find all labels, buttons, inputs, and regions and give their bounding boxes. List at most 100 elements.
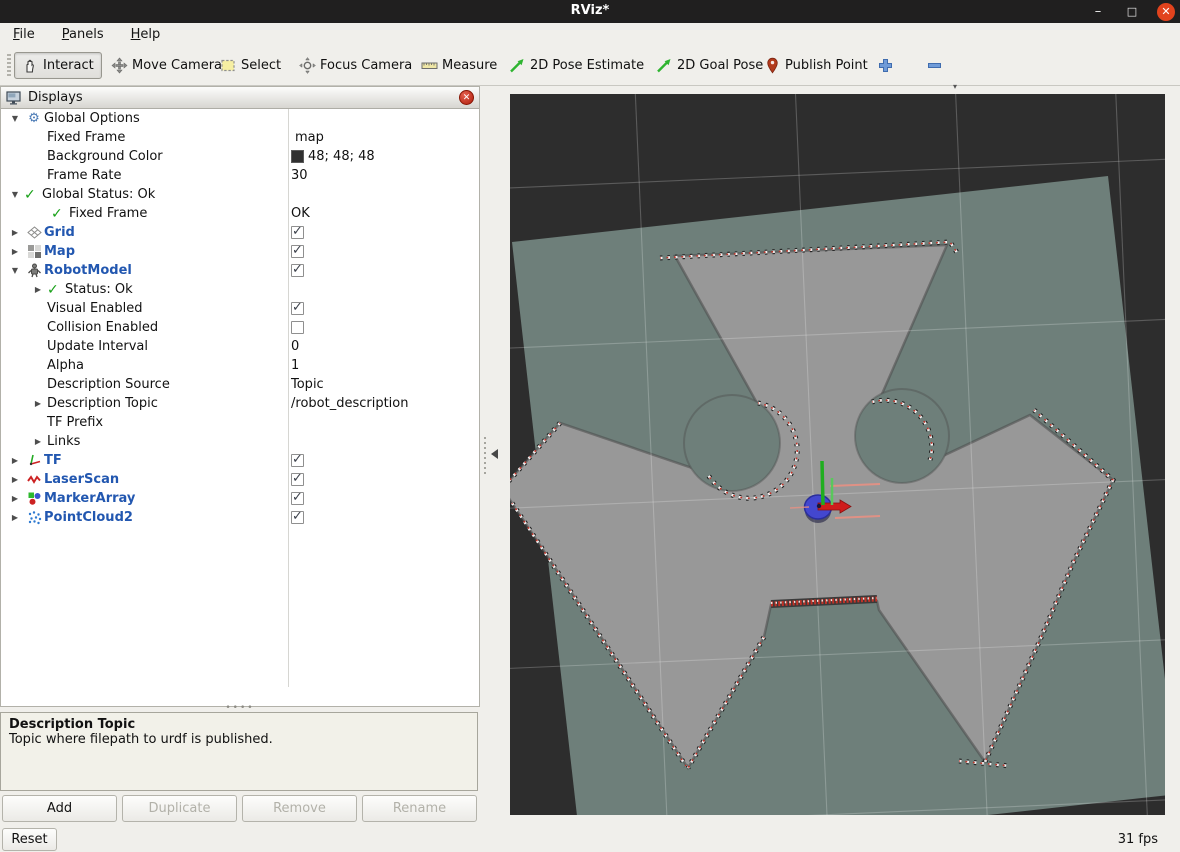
remove-button[interactable]: Remove [242, 795, 357, 822]
map-pin-icon [764, 57, 781, 74]
remove-tool-button[interactable]: ▾ [918, 52, 951, 79]
toolbar-grip[interactable] [7, 54, 11, 78]
pointcloud-icon [24, 510, 44, 525]
green-arrow-icon [509, 57, 526, 74]
panel-collapse-arrow-icon[interactable] [491, 449, 498, 459]
expand-arrow-icon[interactable]: ▶ [6, 247, 24, 256]
tree-row-alpha[interactable]: Alpha 1 [1, 356, 479, 375]
help-title: Description Topic [9, 717, 469, 732]
close-icon[interactable]: ✕ [1157, 3, 1175, 21]
tree-row-fixed-frame-status[interactable]: ✓ Fixed Frame OK [1, 204, 479, 223]
tool-label: Focus Camera [320, 58, 412, 73]
tool-label: Move Camera [132, 58, 222, 73]
move-camera-icon [111, 57, 128, 74]
tree-row-collision-enabled[interactable]: Collision Enabled [1, 318, 479, 337]
reset-button[interactable]: Reset [2, 828, 57, 851]
tool-2d-goal-pose[interactable]: 2D Goal Pose [648, 52, 771, 79]
add-button[interactable]: Add [2, 795, 117, 822]
expand-arrow-icon[interactable]: ▶ [29, 399, 47, 408]
expand-arrow-icon[interactable]: ▶ [6, 513, 24, 522]
window-controls: – □ ✕ [1089, 0, 1175, 23]
expand-arrow-icon[interactable]: ▶ [6, 475, 24, 484]
displays-panel-header[interactable]: Displays ✕ [1, 87, 479, 109]
enabled-checkbox[interactable] [291, 245, 304, 258]
color-swatch[interactable] [291, 150, 304, 163]
tree-row-robotmodel[interactable]: ▼ RobotModel [1, 261, 479, 280]
ruler-icon [421, 57, 438, 74]
laserscan-icon [24, 472, 44, 487]
enabled-checkbox[interactable] [291, 492, 304, 505]
tree-row-links[interactable]: ▶ Links [1, 432, 479, 451]
viewport-splitter-grip[interactable] [484, 437, 486, 475]
tool-publish-point[interactable]: Publish Point [756, 52, 876, 79]
maximize-icon[interactable]: □ [1123, 3, 1141, 21]
tool-measure[interactable]: Measure [413, 52, 505, 79]
expand-arrow-icon[interactable]: ▶ [29, 285, 47, 294]
tree-row-global-options[interactable]: ▼ ⚙ Global Options [1, 109, 479, 128]
tree-row-fixed-frame[interactable]: Fixed Frame map [1, 128, 479, 147]
menu-panels[interactable]: Panels [62, 27, 104, 42]
tree-row-update-interval[interactable]: Update Interval 0 [1, 337, 479, 356]
tree-row-description-source[interactable]: Description Source Topic [1, 375, 479, 394]
add-tool-button[interactable] [869, 52, 902, 79]
tool-label: Interact [43, 58, 94, 73]
tool-move-camera[interactable]: Move Camera [103, 52, 230, 79]
tree-row-map[interactable]: ▶ Map [1, 242, 479, 261]
tree-row-visual-enabled[interactable]: Visual Enabled [1, 299, 479, 318]
tree-row-robot-status[interactable]: ▶ ✓ Status: Ok [1, 280, 479, 299]
tree-row-description-topic[interactable]: ▶ Description Topic /robot_description [1, 394, 479, 413]
map-display-icon [24, 244, 44, 259]
3d-viewport[interactable] [510, 94, 1165, 815]
expand-arrow-icon[interactable]: ▶ [29, 437, 47, 446]
duplicate-button[interactable]: Duplicate [122, 795, 237, 822]
grid-display-icon [24, 225, 44, 240]
tree-row-tf-prefix[interactable]: TF Prefix [1, 413, 479, 432]
collapse-arrow-icon[interactable]: ▼ [6, 114, 24, 123]
chevron-down-icon[interactable]: ▾ [953, 82, 957, 91]
tree-row-markerarray[interactable]: ▶ MarkerArray [1, 489, 479, 508]
tree-row-frame-rate[interactable]: Frame Rate 30 [1, 166, 479, 185]
visual-enabled-checkbox[interactable] [291, 302, 304, 315]
expand-arrow-icon[interactable]: ▶ [6, 228, 24, 237]
panel-close-icon[interactable]: ✕ [459, 90, 474, 105]
tree-row-grid[interactable]: ▶ Grid [1, 223, 479, 242]
enabled-checkbox[interactable] [291, 511, 304, 524]
pillar-left [684, 395, 780, 491]
collision-enabled-checkbox[interactable] [291, 321, 304, 334]
minimize-icon[interactable]: – [1089, 3, 1107, 21]
toolbar: Interact Move Camera Select Focus Camera [0, 46, 1180, 86]
enabled-checkbox[interactable] [291, 473, 304, 486]
expand-arrow-icon[interactable]: ▶ [6, 494, 24, 503]
menu-help[interactable]: Help [131, 27, 161, 42]
tf-axes-icon [24, 453, 44, 468]
tree-row-tf[interactable]: ▶ TF [1, 451, 479, 470]
render-scene [510, 94, 1165, 815]
tree-row-global-status[interactable]: ▼ ✓ Global Status: Ok [1, 185, 479, 204]
collapse-arrow-icon[interactable]: ▼ [6, 266, 24, 275]
marker-array-icon [24, 491, 44, 506]
tool-label: Select [241, 58, 281, 73]
tool-2d-pose-estimate[interactable]: 2D Pose Estimate [501, 52, 652, 79]
window-title: RViz* [0, 3, 1180, 18]
tool-interact[interactable]: Interact [14, 52, 102, 79]
robot-center [817, 504, 821, 508]
tree-row-background-color[interactable]: Background Color 48; 48; 48 [1, 147, 479, 166]
expand-arrow-icon[interactable]: ▶ [6, 456, 24, 465]
tool-label: Measure [442, 58, 497, 73]
select-box-icon [220, 57, 237, 74]
enabled-checkbox[interactable] [291, 454, 304, 467]
tree-row-pointcloud2[interactable]: ▶ PointCloud2 [1, 508, 479, 527]
robot-model-icon [24, 263, 44, 278]
gear-icon: ⚙ [24, 112, 44, 125]
displays-panel: Displays ✕ ▼ ⚙ Global Options Fixed Fram… [0, 86, 480, 707]
menu-file[interactable]: File [13, 27, 35, 42]
tree-row-laserscan[interactable]: ▶ LaserScan [1, 470, 479, 489]
collapse-arrow-icon[interactable]: ▼ [6, 190, 24, 199]
enabled-checkbox[interactable] [291, 264, 304, 277]
tool-focus-camera[interactable]: Focus Camera [291, 52, 420, 79]
panel-title: Displays [28, 90, 83, 105]
help-body: Topic where filepath to urdf is publishe… [9, 732, 469, 747]
enabled-checkbox[interactable] [291, 226, 304, 239]
rename-button[interactable]: Rename [362, 795, 477, 822]
tool-select[interactable]: Select [212, 52, 289, 79]
